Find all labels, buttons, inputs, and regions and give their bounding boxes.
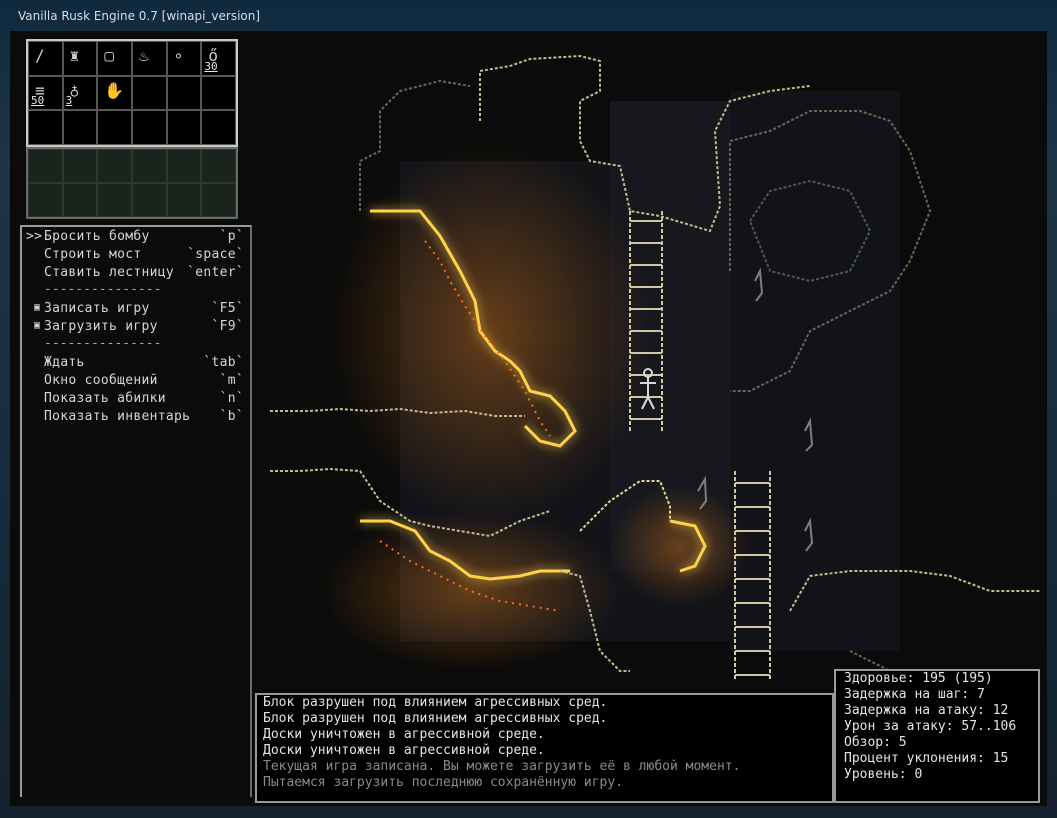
action-menu: >> Бросить бомбу `p` Строить мост `space` Ста… [20,225,252,797]
menu-separator: --------------- [44,336,162,351]
message-log: Блок разрушен под влиянием агрессивных с… [255,693,834,803]
stat-line: Уровень: 0 [844,767,923,782]
flask-icon: ♨ [139,46,149,65]
stat-line: Урон за атаку: 57..106 [844,719,1017,734]
menu-item-label: Ставить лестницу [44,265,175,280]
inventory-slot[interactable]: ∘ [166,41,202,76]
menu-item-label: Окно сообщений [44,373,158,388]
menu-item-hotkey: `space` [187,247,244,262]
menu-item-hotkey: `p` [219,229,244,244]
menu-item-hotkey: `F9` [211,319,244,334]
log-message: Доски уничтожен в агрессивной среде. [263,743,545,758]
menu-item-label: Бросить бомбу [44,229,150,244]
selection-arrow-icon: >> [26,229,43,244]
menu-item-hotkey: `tab` [203,355,244,370]
menu-item-label: Загрузить игру [44,319,158,334]
orb-icon: ∘ [173,46,184,65]
inventory-slot[interactable] [166,110,202,145]
lava-glow [330,141,650,521]
equipment-slot[interactable] [166,183,202,217]
equipment-grid [26,147,238,219]
explored-area [730,91,900,651]
stat-line: Обзор: 5 [844,735,907,750]
inventory-slot[interactable]: ≡ 50 [28,75,63,111]
stat-line: Процент уклонения: 15 [844,751,1009,766]
stat-line: Задержка на шаг: 7 [844,687,985,702]
menu-item-label: Показать абилки [44,391,166,406]
inventory-slot[interactable] [97,110,132,145]
game-client-area: / ♜ ▢ ♨ ∘ ő 30 ≡ 50 ♁ 3 ✋ >> Бросить бомбу `p` Строить… [10,31,1047,806]
menu-item[interactable]: Показать инвентарь `b` [22,407,250,425]
equipment-slot[interactable] [97,183,132,217]
map-canvas[interactable] [250,31,1047,691]
menu-item[interactable]: ▣ Записать игру `F5` [22,299,250,317]
menu-item[interactable]: Строить мост `space` [22,245,250,263]
inventory-slot[interactable] [166,75,202,111]
equipment-slot[interactable] [62,183,98,217]
equipment-slot[interactable] [166,149,202,183]
inventory-slot[interactable] [132,110,167,145]
game-map[interactable] [250,31,1047,691]
inventory-slot[interactable]: ♁ 3 [62,75,98,111]
menu-item-hotkey: `enter` [187,265,244,280]
equipment-slot[interactable] [201,183,236,217]
inventory-slot[interactable]: ✋ [97,75,132,111]
game-window: Vanilla Rusk Engine 0.7 [winapi_version]… [0,0,1057,818]
menu-separator: --------------- [44,282,162,297]
log-message: Текущая игра записана. Вы можете загрузи… [263,759,741,774]
menu-item-label: Записать игру [44,301,150,316]
stat-line: Задержка на атаку: 12 [844,703,1009,718]
inventory-slot[interactable]: ő 30 [201,41,236,76]
log-message: Блок разрушен под влиянием агрессивных с… [263,711,608,726]
inventory-slot[interactable] [132,75,167,111]
menu-item[interactable]: Ставить лестницу `enter` [22,263,250,281]
armor-icon: ♜ [69,46,80,65]
menu-item[interactable]: Окно сообщений `m` [22,371,250,389]
equipment-slot[interactable] [97,149,132,183]
menu-item-hotkey: `F5` [211,301,244,316]
equipment-slot[interactable] [132,183,167,217]
window-title: Vanilla Rusk Engine 0.7 [winapi_version] [18,9,261,23]
item-count: 50 [31,94,45,108]
disk-icon: ▣ [34,320,41,331]
inventory-slot[interactable] [201,75,236,111]
log-message: Пытаемся загрузить последнюю сохранённую… [263,775,624,790]
lava-glow [320,511,620,671]
inventory-slot[interactable]: ▢ [97,41,132,76]
title-bar[interactable]: Vanilla Rusk Engine 0.7 [winapi_version] [0,0,1057,32]
inventory-slot[interactable] [201,110,236,145]
inventory-slot[interactable]: ♨ [132,41,167,76]
stat-line: Здоровье: 195 (195) [844,671,993,686]
menu-item-label: Строить мост [44,247,142,262]
menu-item[interactable]: Ждать `tab` [22,353,250,371]
inventory-slot[interactable]: ♜ [62,41,98,76]
equipment-slot[interactable] [28,183,63,217]
menu-item-hotkey: `b` [219,409,244,424]
menu-item[interactable]: >> Бросить бомбу `p` [22,227,250,245]
equipment-slot[interactable] [62,149,98,183]
equipment-slot[interactable] [28,149,63,183]
sword-icon: / [35,46,45,65]
inventory-grid: / ♜ ▢ ♨ ∘ ő 30 ≡ 50 ♁ 3 ✋ [26,39,238,147]
inventory-slot[interactable] [62,110,98,145]
hand-icon: ✋ [104,80,125,100]
log-message: Доски уничтожен в агрессивной среде. [263,727,545,742]
menu-item-hotkey: `m` [219,373,244,388]
stats-panel: Здоровье: 195 (195) Задержка на шаг: 7 Зад… [834,669,1040,803]
inventory-slot[interactable] [28,110,63,145]
lava-glow [610,486,750,606]
item-count: 30 [204,59,218,73]
menu-item-label: Показать инвентарь [44,409,191,424]
disk-icon: ▣ [34,302,41,313]
menu-item-label: Ждать [44,355,85,370]
square-icon: ▢ [104,46,114,65]
item-count: 3 [65,94,73,108]
menu-item[interactable]: ▣ Загрузить игру `F9` [22,317,250,335]
menu-item-hotkey: `n` [219,391,244,406]
equipment-slot[interactable] [201,149,236,183]
menu-item[interactable]: Показать абилки `n` [22,389,250,407]
log-message: Блок разрушен под влиянием агрессивных с… [263,695,608,710]
equipment-slot[interactable] [132,149,167,183]
inventory-slot[interactable]: / [28,41,63,76]
